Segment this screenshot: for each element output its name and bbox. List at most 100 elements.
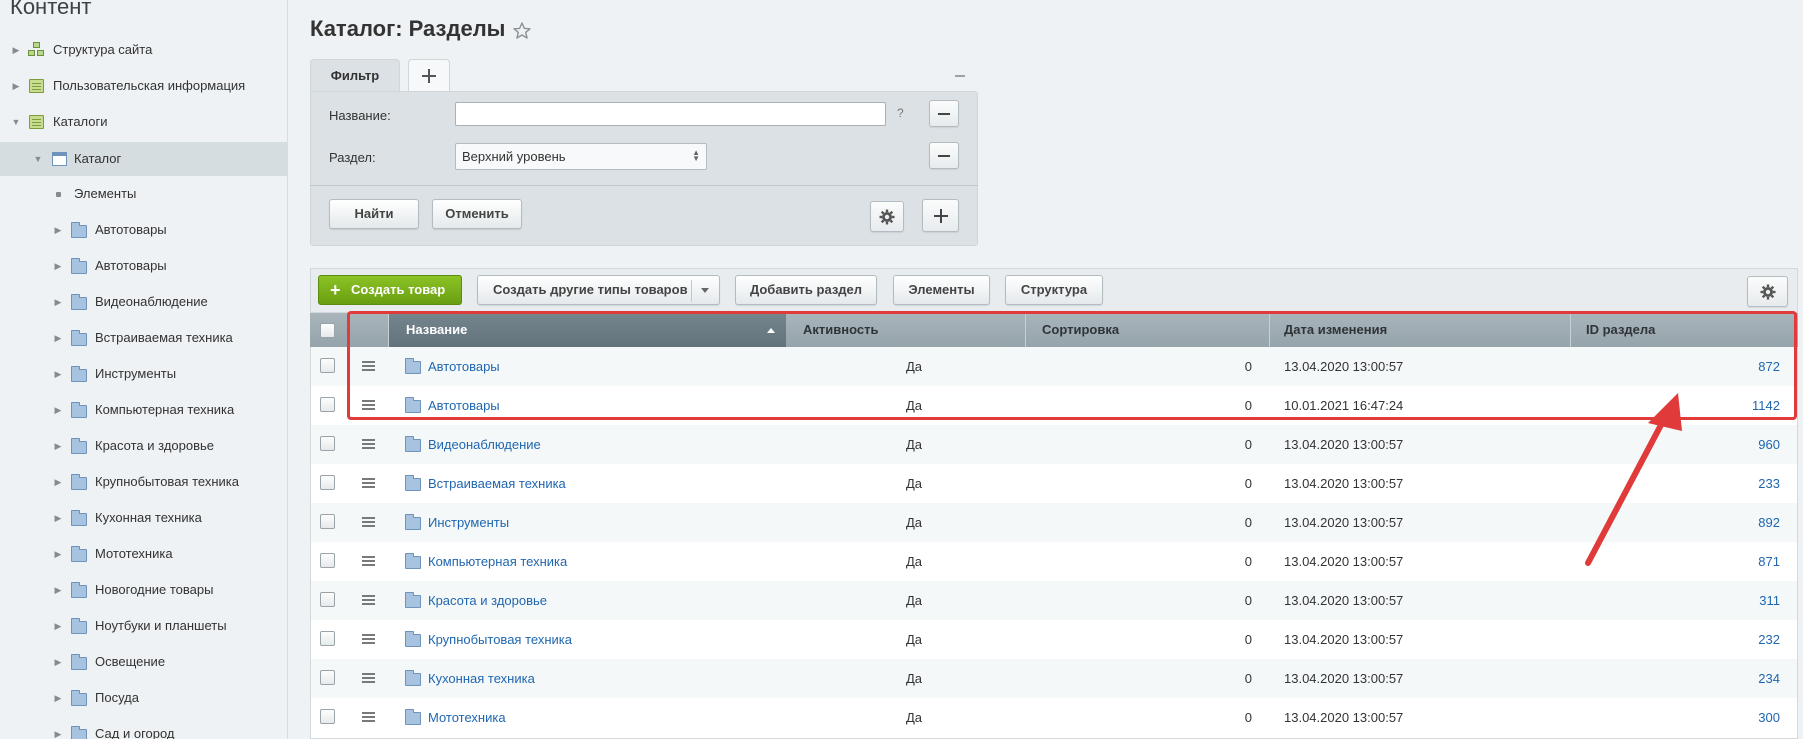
add-section-button[interactable]: Добавить раздел [735,275,877,305]
sidebar-item-section[interactable]: ▶ Видеонаблюдение [0,285,287,319]
sidebar-item-section[interactable]: ▶ Ноутбуки и планшеты [0,609,287,643]
expand-arrow-icon[interactable]: ▶ [53,225,63,235]
row-menu-icon[interactable] [362,634,375,644]
cancel-button[interactable]: Отменить [432,199,522,229]
column-header-name[interactable]: Название [406,313,467,347]
column-header-date[interactable]: Дата изменения [1284,313,1387,347]
row-menu-icon[interactable] [362,556,375,566]
filter-name-input[interactable] [455,102,886,126]
sidebar-item-section[interactable]: ▶ Встраиваемая техника [0,321,287,355]
sidebar-item-catalogs[interactable]: ▼ Каталоги [0,105,287,139]
sidebar-item-section[interactable]: ▶ Компьютерная техника [0,393,287,427]
section-id-link[interactable]: 234 [1700,671,1780,686]
row-checkbox[interactable] [320,592,335,607]
expand-arrow-icon[interactable]: ▶ [53,297,63,307]
column-header-id[interactable]: ID раздела [1586,313,1655,347]
remove-name-field-button[interactable] [929,100,959,127]
section-id-link[interactable]: 871 [1700,554,1780,569]
sidebar-item-section[interactable]: ▶ Крупнобытовая техника [0,465,287,499]
collapse-arrow-icon[interactable]: ▼ [11,117,21,127]
section-id-link[interactable]: 300 [1700,710,1780,725]
row-checkbox[interactable] [320,709,335,724]
collapse-arrow-icon[interactable]: ▼ [33,154,43,164]
sort-asc-icon[interactable] [767,328,775,333]
section-name-link[interactable]: Автотовары [428,398,500,413]
expand-arrow-icon[interactable]: ▶ [11,45,21,55]
expand-arrow-icon[interactable]: ▶ [53,441,63,451]
row-menu-icon[interactable] [362,400,375,410]
row-menu-icon[interactable] [362,478,375,488]
help-icon[interactable]: ? [897,106,904,120]
section-name-link[interactable]: Компьютерная техника [428,554,567,569]
table-row[interactable] [311,347,1797,386]
tab-filter[interactable]: Фильтр [310,59,400,92]
sidebar-item-section[interactable]: ▶ Мототехника [0,537,287,571]
column-header-active[interactable]: Активность [803,313,878,347]
section-id-link[interactable]: 232 [1700,632,1780,647]
table-row[interactable] [311,386,1797,425]
section-id-link[interactable]: 960 [1700,437,1780,452]
add-filter-tab-button[interactable] [408,59,450,91]
row-checkbox[interactable] [320,514,335,529]
row-menu-icon[interactable] [362,712,375,722]
expand-arrow-icon[interactable]: ▶ [53,513,63,523]
expand-arrow-icon[interactable]: ▶ [53,333,63,343]
expand-arrow-icon[interactable]: ▶ [53,585,63,595]
section-id-link[interactable]: 1142 [1700,398,1780,413]
expand-arrow-icon[interactable]: ▶ [53,729,63,739]
sidebar-item-section[interactable]: ▶ Кухонная техника [0,501,287,535]
expand-arrow-icon[interactable]: ▶ [11,81,21,91]
sidebar-item-site-structure[interactable]: ▶ Структура сайта [0,33,287,67]
table-settings-button[interactable] [1747,276,1788,307]
row-checkbox[interactable] [320,631,335,646]
row-checkbox[interactable] [320,397,335,412]
row-checkbox[interactable] [320,436,335,451]
expand-arrow-icon[interactable]: ▶ [53,261,63,271]
section-name-link[interactable]: Кухонная техника [428,671,535,686]
section-id-link[interactable]: 233 [1700,476,1780,491]
sidebar-item-section[interactable]: ▶ Автотовары [0,213,287,247]
section-id-link[interactable]: 892 [1700,515,1780,530]
section-name-link[interactable]: Крупнобытовая техника [428,632,572,647]
expand-arrow-icon[interactable]: ▶ [53,621,63,631]
section-name-link[interactable]: Мототехника [428,710,506,725]
sidebar-item-catalog[interactable]: ▼ Каталог [0,142,287,176]
expand-arrow-icon[interactable]: ▶ [53,549,63,559]
section-name-link[interactable]: Видеонаблюдение [428,437,541,452]
filter-settings-button[interactable] [870,201,904,232]
create-product-button[interactable]: + Создать товар [318,275,462,305]
expand-arrow-icon[interactable]: ▶ [53,405,63,415]
sidebar-item-elements[interactable]: Элементы [0,177,287,211]
row-menu-icon[interactable] [362,439,375,449]
structure-button[interactable]: Структура [1005,275,1103,305]
row-menu-icon[interactable] [362,517,375,527]
expand-arrow-icon[interactable]: ▶ [53,693,63,703]
section-name-link[interactable]: Автотовары [428,359,500,374]
select-all-checkbox[interactable] [320,323,335,338]
table-row[interactable] [311,698,1797,737]
section-id-link[interactable]: 872 [1700,359,1780,374]
add-filter-field-button[interactable] [922,199,959,232]
sidebar-item-section[interactable]: ▶ Посуда [0,681,287,715]
row-menu-icon[interactable] [362,595,375,605]
expand-arrow-icon[interactable]: ▶ [53,477,63,487]
row-checkbox[interactable] [320,553,335,568]
sidebar-item-section[interactable]: ▶ Автотовары [0,249,287,283]
elements-button[interactable]: Элементы [893,275,990,305]
favorite-star-icon[interactable] [512,21,532,41]
row-checkbox[interactable] [320,475,335,490]
row-menu-icon[interactable] [362,673,375,683]
sidebar-item-section[interactable]: ▶ Сад и огород [0,717,287,739]
chevron-down-icon[interactable] [701,288,709,293]
table-row[interactable] [311,503,1797,542]
find-button[interactable]: Найти [329,199,419,229]
row-checkbox[interactable] [320,358,335,373]
remove-section-field-button[interactable] [929,142,959,169]
section-name-link[interactable]: Инструменты [428,515,509,530]
expand-arrow-icon[interactable]: ▶ [53,369,63,379]
sidebar-item-section[interactable]: ▶ Освещение [0,645,287,679]
section-name-link[interactable]: Встраиваемая техника [428,476,566,491]
minimize-filter-icon[interactable] [955,75,965,77]
sidebar-item-user-info[interactable]: ▶ Пользовательская информация [0,69,287,103]
create-other-types-button[interactable]: Создать другие типы товаров [477,275,720,305]
